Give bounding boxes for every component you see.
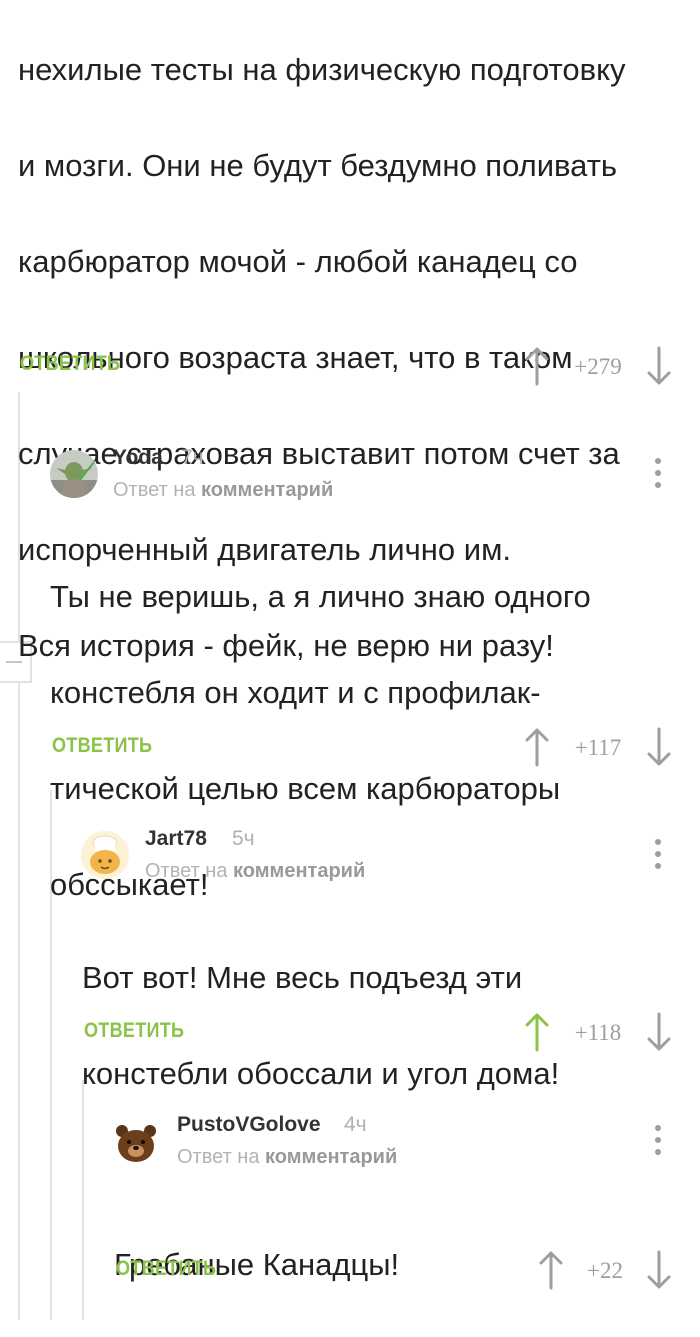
comment-time: 7ч <box>181 446 204 469</box>
avatar[interactable] <box>112 1117 160 1165</box>
comment-time: 4ч <box>344 1113 367 1136</box>
more-options-icon[interactable] <box>648 837 668 873</box>
reply-to-link[interactable]: комментарий <box>201 479 333 501</box>
yoda-avatar-icon <box>50 450 98 498</box>
arrow-up-icon[interactable] <box>524 727 550 767</box>
reply-button[interactable]: ОТВЕТИТЬ <box>84 1019 184 1043</box>
avatar[interactable] <box>50 450 98 498</box>
comment-time: 5ч <box>232 827 255 850</box>
arrow-up-icon[interactable] <box>524 346 550 386</box>
arrow-up-icon[interactable] <box>538 1250 564 1290</box>
comment-line: нехилые тесты на физическую подготовку <box>18 52 626 87</box>
reply-to-link[interactable]: комментарий <box>265 1146 397 1168</box>
vote-score: +279 <box>574 354 622 379</box>
comment-line: и мозги. Они не будут бездумно поливать <box>18 148 618 183</box>
reply-to-prefix: Ответ на <box>113 479 196 501</box>
comment-line: случае страховая выставит потом счет за <box>18 436 620 471</box>
reply-button[interactable]: ОТВЕТИТЬ <box>116 1257 216 1281</box>
arrow-down-icon[interactable] <box>646 1012 672 1052</box>
reply-button[interactable]: ОТВЕТИТЬ <box>52 734 152 758</box>
arrow-up-icon-active[interactable] <box>524 1012 550 1052</box>
vote-controls: +279 <box>524 346 672 386</box>
cook-avatar-icon <box>81 831 129 879</box>
author-name[interactable]: PustoVGolove <box>177 1113 321 1137</box>
author-name[interactable]: Jart78 <box>145 827 207 851</box>
more-options-icon[interactable] <box>648 456 668 492</box>
author-name[interactable]: Yoda <box>113 446 163 470</box>
reply-to-line: Ответ на комментарий <box>177 1146 397 1169</box>
reply-to-line: Ответ на комментарий <box>113 479 333 502</box>
arrow-down-icon[interactable] <box>646 346 672 386</box>
reply-to-prefix: Ответ на <box>177 1146 260 1168</box>
comment-line: Вот вот! Мне весь подъезд эти <box>82 960 523 995</box>
avatar[interactable] <box>81 831 129 879</box>
arrow-down-icon[interactable] <box>646 1250 672 1290</box>
vote-score: +118 <box>574 1020 622 1045</box>
reply-button[interactable]: ОТВЕТИТЬ <box>20 352 120 376</box>
comment-line: констебля он ходит и с профилак- <box>50 675 541 710</box>
comment-line: тической целью всем карбюраторы <box>50 771 561 806</box>
reply-to-prefix: Ответ на <box>145 860 228 882</box>
more-options-icon[interactable] <box>648 1123 668 1159</box>
vote-score: +22 <box>587 1258 623 1283</box>
reply-to-line: Ответ на комментарий <box>145 860 365 883</box>
vote-controls: +22 <box>538 1250 672 1290</box>
comment-line: карбюратор мочой - любой канадец со <box>18 244 578 279</box>
vote-controls: +118 <box>524 1012 672 1052</box>
vote-score: +117 <box>574 735 622 760</box>
bear-avatar-icon <box>112 1117 160 1165</box>
comment-line: Ты не веришь, а я лично знаю одного <box>50 579 591 614</box>
arrow-down-icon[interactable] <box>646 727 672 767</box>
vote-controls: +117 <box>524 727 672 767</box>
comment-line: констебли обоссали и угол дома! <box>82 1056 560 1091</box>
reply-to-link[interactable]: комментарий <box>233 860 365 882</box>
